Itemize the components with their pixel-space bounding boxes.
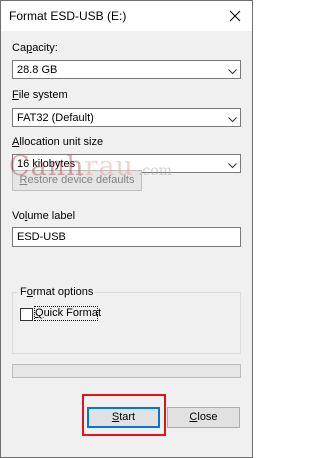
file-system-value: FAT32 (Default) — [17, 112, 94, 124]
title-bar[interactable]: Format ESD-USB (E:) — [1, 1, 252, 31]
file-system-label: File system — [12, 89, 68, 101]
close-button[interactable]: Close — [167, 407, 240, 428]
chevron-down-icon — [228, 66, 237, 75]
file-system-select[interactable]: FAT32 (Default) — [12, 108, 241, 127]
format-options-group — [12, 292, 241, 354]
format-dialog: Format ESD-USB (E:) Capacity: 28.8 GB Fi… — [0, 0, 253, 458]
format-progress-bar — [12, 364, 241, 378]
start-highlight-box — [82, 394, 166, 436]
quick-format-checkbox[interactable] — [20, 308, 33, 321]
quick-format-label[interactable]: Quick Format — [35, 307, 101, 319]
chevron-down-icon — [228, 160, 237, 169]
close-icon[interactable] — [224, 5, 246, 27]
dialog-body: Capacity: 28.8 GB File system FAT32 (Def… — [1, 31, 252, 457]
window-title: Format ESD-USB (E:) — [9, 9, 127, 23]
volume-label-input[interactable]: ESD-USB — [12, 227, 241, 247]
volume-label-label: Volume label — [12, 210, 76, 222]
allocation-value: 16 kilobytes — [17, 158, 76, 170]
allocation-label: Allocation unit size — [12, 136, 104, 148]
restore-defaults-button[interactable]: Restore device defaults — [12, 170, 142, 191]
volume-label-value: ESD-USB — [17, 231, 66, 243]
chevron-down-icon — [228, 114, 237, 123]
capacity-select[interactable]: 28.8 GB — [12, 60, 241, 79]
format-options-legend: Format options — [18, 286, 96, 298]
capacity-value: 28.8 GB — [17, 64, 58, 76]
capacity-label: Capacity: — [12, 42, 58, 54]
